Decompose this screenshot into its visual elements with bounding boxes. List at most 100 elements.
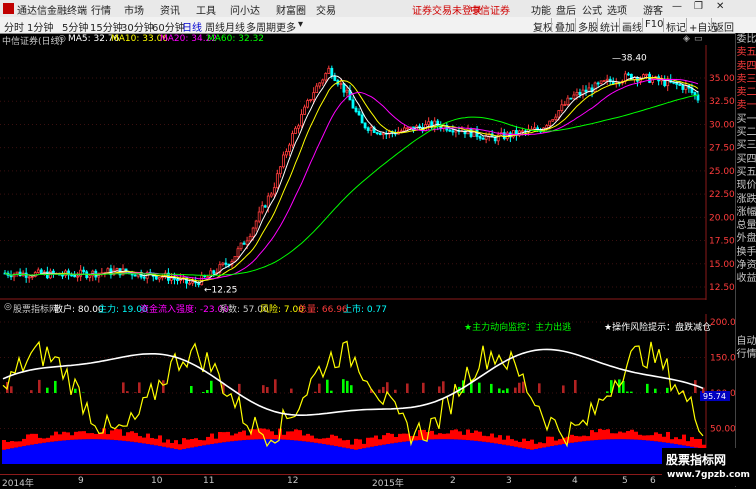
period-1m[interactable]: 1分钟 — [27, 19, 53, 34]
menu-markets[interactable]: 市场 — [124, 2, 144, 17]
side-item-8[interactable]: 买三 — [736, 139, 756, 152]
ind-red-bar — [606, 429, 610, 439]
side-item-11[interactable]: 现价 — [736, 179, 756, 192]
side-item-9[interactable]: 买四 — [736, 153, 756, 166]
ind-blue-bar — [350, 449, 354, 464]
ind-red-bar — [314, 438, 318, 442]
candle — [246, 241, 248, 245]
side-item-1[interactable]: 卖五 — [736, 46, 756, 59]
ind-blue-bar — [14, 448, 18, 464]
period-month[interactable]: 月线 — [225, 19, 245, 34]
side-item-5[interactable]: 卖一 — [736, 99, 756, 112]
ind-blue-bar — [382, 445, 386, 464]
indicator-gear-icon[interactable]: ◎ — [4, 302, 12, 312]
dropdown-icon[interactable]: ▾ — [298, 19, 303, 30]
ind-blue-bar — [646, 440, 650, 464]
period-more[interactable]: 更多 — [276, 19, 296, 34]
side-item-3[interactable]: 卖三 — [736, 73, 756, 86]
candle — [600, 81, 602, 83]
user-guest[interactable]: 游客 — [643, 2, 663, 17]
ind-red-bar — [614, 433, 618, 439]
side-item-7[interactable]: 买二 — [736, 126, 756, 139]
side-item-13[interactable]: 涨幅 — [736, 206, 756, 219]
side-quote[interactable]: 行情 — [736, 348, 756, 361]
menu-wealth[interactable]: 财富圈 — [276, 2, 306, 17]
trend-line — [3, 349, 703, 415]
side-item-15[interactable]: 外盘 — [736, 232, 756, 245]
candlestick-chart[interactable]: 35.0032.5030.0027.5025.0022.5020.0017.50… — [0, 45, 756, 300]
tool-overlay[interactable]: 叠加 — [555, 19, 575, 34]
tool-stats[interactable]: 统计 — [600, 19, 620, 34]
ind-blue-bar — [326, 445, 330, 464]
tool-f10[interactable]: F10 — [645, 19, 663, 30]
restore-icon[interactable]: ❐ — [694, 1, 703, 12]
period-multi[interactable]: 多周期 — [246, 19, 276, 34]
side-item-18[interactable]: 收益 — [736, 272, 756, 285]
side-item-6[interactable]: 买一 — [736, 113, 756, 126]
side-auto[interactable]: 自动 — [736, 335, 756, 348]
ind-red-bar — [62, 432, 66, 441]
ind-blue-bar — [322, 444, 326, 464]
period-30m[interactable]: 30分钟 — [121, 19, 154, 34]
ind-blue-bar — [638, 440, 642, 464]
side-item-16[interactable]: 换手 — [736, 246, 756, 259]
price-tick-1: 32.50 — [709, 97, 735, 107]
tool-multistock[interactable]: 多股 — [578, 19, 598, 34]
period-5m[interactable]: 5分钟 — [62, 19, 88, 34]
menu-tools[interactable]: 工具 — [196, 2, 216, 17]
panel-settings-icon[interactable]: ◈ — [683, 34, 690, 44]
close-icon[interactable]: ✕ — [716, 1, 724, 12]
side-item-14[interactable]: 总量 — [736, 219, 756, 232]
ind-red-bar — [226, 432, 230, 442]
side-item-2[interactable]: 卖四 — [736, 60, 756, 73]
ind-red-bar — [274, 435, 278, 439]
period-week[interactable]: 周线 — [205, 19, 225, 34]
ind-bar — [694, 380, 697, 393]
minimize-icon[interactable]: — — [672, 1, 682, 12]
panel-toggle-icon[interactable]: ▭ — [694, 34, 703, 44]
menu-market[interactable]: 行情 — [91, 2, 111, 17]
tool-adjust[interactable]: 复权 — [533, 19, 553, 34]
ind-red-bar — [618, 432, 622, 440]
menu-trade[interactable]: 交易 — [316, 2, 336, 17]
ind-blue-bar — [226, 442, 230, 464]
candle — [325, 73, 327, 80]
ind-blue-bar — [622, 439, 626, 464]
side-item-0[interactable]: 委比 — [736, 33, 756, 46]
candle — [455, 131, 457, 132]
ind-blue-bar — [634, 440, 638, 464]
menu-news[interactable]: 资讯 — [160, 2, 180, 17]
gear-icon[interactable]: ◎ — [58, 34, 66, 44]
ind-blue-bar — [474, 441, 478, 464]
side-item-12[interactable]: 涨跌 — [736, 193, 756, 206]
candle — [37, 270, 39, 273]
date-axis: 2014年 9 10 11 12 2015年 2 3 4 5 6 — [0, 474, 735, 488]
ind-bar — [74, 389, 77, 393]
ind-red-bar — [698, 439, 702, 448]
period-15m[interactable]: 15分钟 — [90, 19, 123, 34]
period-tick[interactable]: 分时 — [4, 19, 24, 34]
period-day[interactable]: 日线 — [182, 19, 202, 34]
menu-after[interactable]: 盘后 — [556, 2, 576, 17]
side-item-10[interactable]: 买五 — [736, 166, 756, 179]
ind-bar — [314, 392, 317, 393]
tool-mark[interactable]: 标记 — [666, 19, 686, 34]
ind-blue-bar — [446, 439, 450, 464]
tool-draw[interactable]: 画线 — [622, 19, 642, 34]
tool-back[interactable]: 返回 — [714, 19, 734, 34]
indicator-chart[interactable]: 200.0150.0100.050.0095.74 ★主力动向监控：主力出逃 ★… — [0, 314, 756, 474]
menu-formula[interactable]: 公式 — [582, 2, 602, 17]
side-item-17[interactable]: 净资 — [736, 259, 756, 272]
ind-blue-bar — [250, 440, 254, 464]
period-60m[interactable]: 60分钟 — [152, 19, 185, 34]
menu-function[interactable]: 功能 — [531, 2, 551, 17]
ind-blue-bar — [422, 440, 426, 464]
ind-bar — [538, 383, 541, 393]
menu-ask[interactable]: 问小达 — [230, 2, 260, 17]
ind-blue-bar — [434, 439, 438, 464]
ind-blue-bar — [318, 443, 322, 464]
side-item-4[interactable]: 卖二 — [736, 86, 756, 99]
app-title: 通达信金融终端 — [17, 2, 87, 17]
price-tick-6: 20.00 — [709, 213, 735, 223]
menu-options[interactable]: 选项 — [607, 2, 627, 17]
